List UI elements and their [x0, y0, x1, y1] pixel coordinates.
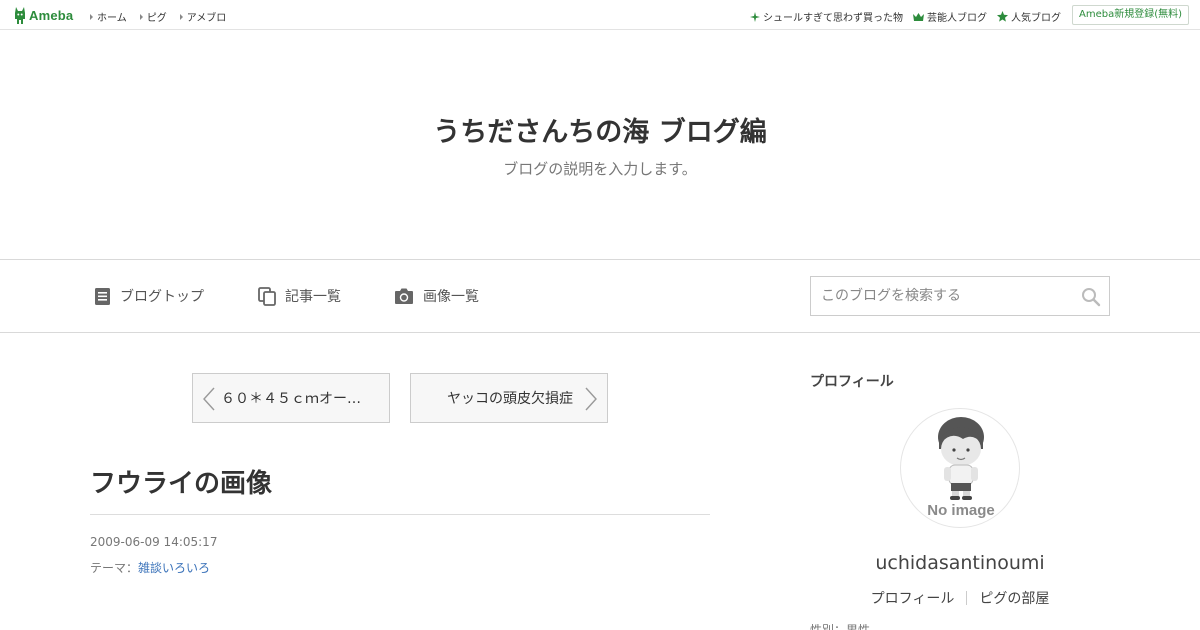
avatar[interactable]: No image [900, 408, 1020, 528]
blog-search [810, 276, 1110, 316]
nav-blog-top[interactable]: ブログトップ [94, 286, 204, 306]
link-celebrity-blogs[interactable]: 芸能人ブログ [913, 9, 987, 24]
link-separator [966, 591, 968, 605]
avatar-placeholder-text: No image [927, 502, 995, 519]
blog-nav: ブログトップ 記事一覧 画像一覧 [0, 259, 1200, 333]
chevron-right-icon [585, 387, 597, 411]
chevron-left-icon [203, 387, 215, 411]
triangle-right-icon [179, 13, 183, 20]
profile-links: プロフィール ピグの部屋 [810, 588, 1110, 608]
register-button[interactable]: Ameba新規登録(無料) [1071, 5, 1189, 25]
profile-detail-cutoff: 性別：男性 [810, 624, 870, 630]
entry-date: 2009-06-09 14:05:17 [90, 535, 218, 549]
next-entry-button[interactable]: ヤッコの頭皮欠損症 [410, 373, 608, 423]
entry-theme-link[interactable]: 雑談いろいろ [138, 561, 210, 575]
pigg-room-link[interactable]: ピグの部屋 [979, 588, 1049, 608]
prev-entry-button[interactable]: ６０＊４５ｃｍオー… [192, 373, 390, 423]
copy-icon [258, 286, 276, 306]
blog-description: ブログの説明を入力します。 [503, 160, 697, 178]
document-icon [95, 287, 110, 305]
global-nav-pigg[interactable]: ピグ [139, 9, 167, 24]
link-surreal-items[interactable]: シュールすぎて思わず買った物 [750, 9, 903, 24]
entry-divider [90, 514, 710, 515]
search-icon[interactable] [1081, 287, 1101, 307]
global-nav-ameblo[interactable]: アメブロ [179, 9, 226, 24]
link-popular-blogs[interactable]: 人気ブログ [997, 9, 1061, 24]
nav-image-list[interactable]: 画像一覧 [394, 286, 479, 306]
global-nav-home[interactable]: ホーム [90, 9, 127, 24]
camera-icon [395, 288, 413, 304]
global-right-links: シュールすぎて思わず買った物 芸能人ブログ 人気ブログ [750, 9, 1061, 24]
triangle-right-icon [90, 13, 93, 20]
profile-username[interactable]: uchidasantinoumi [810, 552, 1110, 574]
crown-icon [913, 12, 924, 21]
nav-entry-list[interactable]: 記事一覧 [258, 286, 341, 306]
blog-title[interactable]: うちださんちの海 ブログ編 [0, 110, 1200, 149]
star-icon [997, 11, 1008, 22]
no-image-avatar-icon: No image [927, 417, 995, 519]
profile-heading: プロフィール [810, 374, 894, 390]
global-nav: ホーム ピグ アメブロ [90, 9, 226, 24]
entry-theme: テーマ：雑談いろいろ [90, 559, 210, 576]
entry-title: フウライの画像 [90, 469, 273, 499]
triangle-right-icon [139, 13, 143, 20]
ameba-logo-text: Ameba [29, 7, 74, 23]
ameba-mascot-icon [15, 6, 25, 24]
entry-theme-label: テーマ： [90, 561, 139, 575]
sparkle-icon [750, 11, 760, 22]
global-header: Ameba ホーム ピグ アメブロ シュールすぎて思わず買った物 芸能人ブログ … [0, 0, 1200, 30]
profile-link[interactable]: プロフィール [871, 588, 955, 608]
ameba-logo[interactable]: Ameba [14, 6, 73, 24]
search-input[interactable] [811, 277, 1071, 315]
